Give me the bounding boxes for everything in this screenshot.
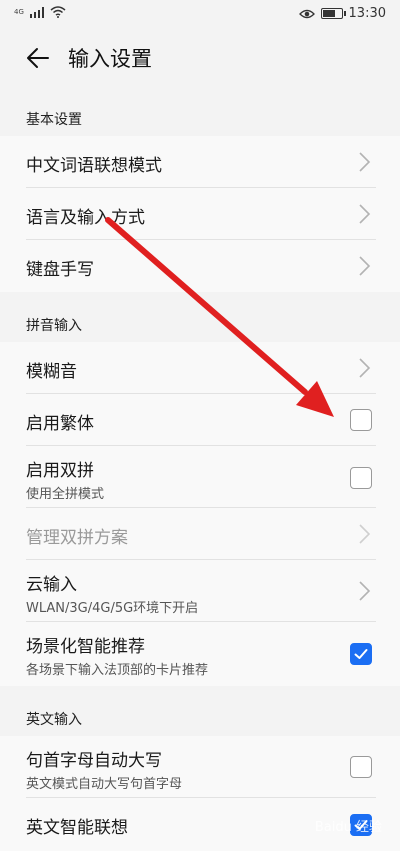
chevron-right-icon <box>359 256 371 276</box>
row-label: 启用繁体 <box>26 414 94 434</box>
row-label: 中文词语联想模式 <box>26 156 162 176</box>
row-sublabel: 使用全拼模式 <box>26 487 105 502</box>
row-cloud-input[interactable]: 云输入 WLAN/3G/4G/5G环境下开启 <box>0 560 400 622</box>
page-title: 输入设置 <box>68 47 152 71</box>
row-fuzzy-pinyin[interactable]: 模糊音 <box>0 342 400 394</box>
chevron-right-icon <box>359 204 371 224</box>
row-enable-traditional[interactable]: 启用繁体 <box>0 394 400 446</box>
traditional-checkbox[interactable] <box>350 409 372 431</box>
section-title-pinyin: 拼音输入 <box>26 318 82 334</box>
checkmark-icon <box>354 649 368 659</box>
row-manage-double-pinyin[interactable]: 管理双拼方案 <box>0 508 400 560</box>
row-label: 句首字母自动大写 <box>26 751 162 771</box>
back-button[interactable] <box>14 34 62 82</box>
row-keyboard-handwriting[interactable]: 键盘手写 <box>0 240 400 292</box>
auto-capitalize-checkbox[interactable] <box>350 756 372 778</box>
back-arrow-icon <box>27 48 49 68</box>
chevron-right-icon <box>359 358 371 378</box>
row-language-input-method[interactable]: 语言及输入方式 <box>0 188 400 240</box>
app-header: 输入设置 <box>0 30 400 86</box>
chevron-right-icon <box>359 152 371 172</box>
section-title-basic: 基本设置 <box>26 112 82 128</box>
eye-comfort-icon <box>298 9 315 18</box>
row-auto-capitalize[interactable]: 句首字母自动大写 英文模式自动大写句首字母 <box>0 736 400 798</box>
row-sublabel: 英文模式自动大写句首字母 <box>26 777 183 792</box>
row-sublabel: 各场景下输入法顶部的卡片推荐 <box>26 663 209 678</box>
pinyin-settings-group: 模糊音 启用繁体 启用双拼 使用全拼模式 管理双拼方案 云输入 WLAN/3G/… <box>0 342 400 686</box>
row-chinese-association-mode[interactable]: 中文词语联想模式 <box>0 136 400 188</box>
row-label: 启用双拼 <box>26 461 94 481</box>
basic-settings-group: 中文词语联想模式 语言及输入方式 键盘手写 <box>0 136 400 292</box>
row-label: 场景化智能推荐 <box>26 637 145 657</box>
chevron-right-icon <box>359 524 371 544</box>
row-scene-smart-recommend[interactable]: 场景化智能推荐 各场景下输入法顶部的卡片推荐 <box>0 622 400 686</box>
row-label: 英文智能联想 <box>26 818 128 838</box>
battery-icon <box>320 8 346 19</box>
row-label: 管理双拼方案 <box>26 528 128 548</box>
section-title-english: 英文输入 <box>26 712 82 728</box>
row-label: 语言及输入方式 <box>26 208 145 228</box>
row-sublabel: WLAN/3G/4G/5G环境下开启 <box>26 601 199 616</box>
double-pinyin-checkbox[interactable] <box>350 467 372 489</box>
scene-recommend-checkbox[interactable] <box>350 643 372 665</box>
status-bar: 4G 13:30 <box>0 0 400 30</box>
row-label: 模糊音 <box>26 362 77 382</box>
row-label: 云输入 <box>26 575 77 595</box>
cellular-icon <box>29 6 44 18</box>
row-label: 键盘手写 <box>26 260 94 280</box>
row-enable-double-pinyin[interactable]: 启用双拼 使用全拼模式 <box>0 446 400 508</box>
wifi-icon <box>50 6 66 18</box>
status-time: 13:30 <box>348 6 386 21</box>
chevron-right-icon <box>359 581 371 601</box>
watermark: Baidu 经验 <box>314 820 382 835</box>
signal-indicator: 4G <box>14 8 24 16</box>
